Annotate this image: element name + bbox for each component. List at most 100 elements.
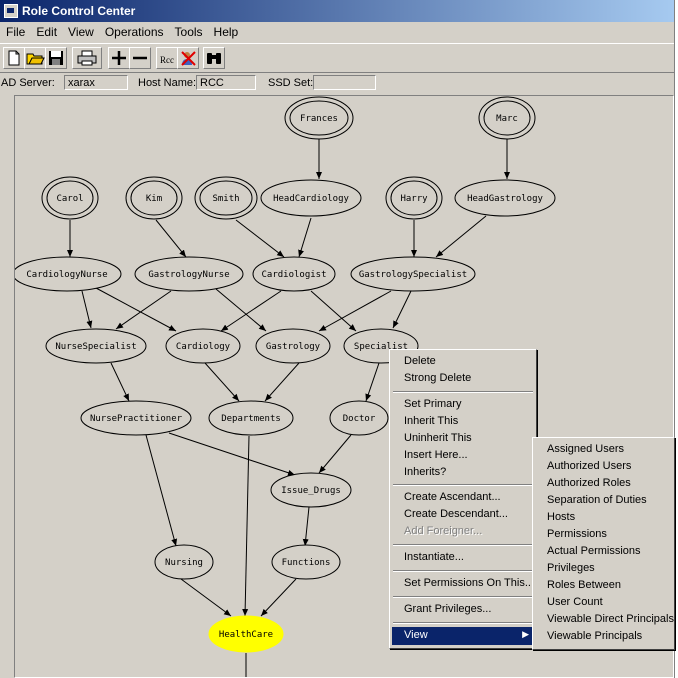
menu-item-set-permissions[interactable]: Set Permissions On This... [404, 575, 534, 591]
submenu-assigned-users[interactable]: Assigned Users [547, 441, 624, 457]
menu-help[interactable]: Help [208, 23, 244, 39]
menu-item-create-ascendant[interactable]: Create Ascendant... [404, 489, 501, 505]
submenu-viewable-principals[interactable]: Viewable Principals [547, 628, 642, 644]
submenu-hosts[interactable]: Hosts [547, 509, 575, 525]
svg-text:Nursing: Nursing [165, 558, 203, 568]
role-cardiologynurse[interactable]: CardiologyNurse [15, 256, 122, 292]
menu-edit[interactable]: Edit [30, 23, 62, 39]
principal-marc[interactable]: Marc [478, 96, 536, 140]
context-menu: Delete Strong Delete Set Primary Inherit… [389, 349, 537, 649]
new-document-icon[interactable] [3, 47, 25, 69]
rcc-icon[interactable]: Rcc [156, 47, 178, 69]
title-bar[interactable]: Role Control Center [0, 0, 674, 22]
minus-icon[interactable] [129, 47, 151, 69]
role-nursing[interactable]: Nursing [154, 544, 214, 580]
role-issue-drugs[interactable]: Issue_Drugs [270, 472, 352, 508]
svg-text:CardiologyNurse: CardiologyNurse [26, 270, 107, 280]
role-headcardiology[interactable]: HeadCardiology [260, 179, 362, 217]
binoculars-icon[interactable] [203, 47, 225, 69]
principal-frances[interactable]: Frances [284, 96, 354, 140]
menu-operations[interactable]: Operations [99, 23, 169, 39]
menu-item-add-foreigner: Add Foreigner... [404, 525, 483, 537]
ad-server-label: AD Server: [1, 77, 55, 89]
role-cardiology[interactable]: Cardiology [165, 328, 241, 364]
menu-tools[interactable]: Tools [169, 23, 208, 39]
menu-file[interactable]: File [0, 23, 30, 39]
submenu-roles-between[interactable]: Roles Between [547, 577, 621, 593]
ad-server-field[interactable]: xarax [64, 75, 128, 90]
role-nursepractitioner[interactable]: NursePractitioner [80, 400, 192, 436]
menu-item-uninherit-this[interactable]: Uninherit This [404, 430, 472, 446]
submenu-permissions[interactable]: Permissions [547, 526, 607, 542]
svg-text:Smith: Smith [212, 194, 239, 204]
submenu-separation-of-duties[interactable]: Separation of Duties [547, 492, 647, 508]
role-gastrologynurse[interactable]: GastrologyNurse [134, 256, 244, 292]
role-doctor[interactable]: Doctor [329, 400, 389, 436]
menu-item-instantiate[interactable]: Instantiate... [404, 549, 464, 565]
svg-text:HeadGastrology: HeadGastrology [467, 194, 543, 204]
role-gastrology[interactable]: Gastrology [255, 328, 331, 364]
menu-separator [393, 484, 533, 486]
role-gastrologyspecialist[interactable]: GastrologySpecialist [350, 256, 476, 292]
connection-bar: AD Server: xarax Host Name: RCC SSD Set: [0, 72, 674, 94]
menu-bar: File Edit View Operations Tools Help [0, 23, 674, 42]
menu-separator [393, 570, 533, 572]
host-name-field[interactable]: RCC [196, 75, 256, 90]
ssd-set-label: SSD Set: [268, 77, 314, 89]
app-icon [4, 4, 18, 18]
menu-item-inherit-this[interactable]: Inherit This [404, 413, 458, 429]
role-healthcare-selected[interactable]: HealthCare [208, 615, 284, 653]
svg-text:Doctor: Doctor [343, 414, 376, 424]
svg-text:Departments: Departments [221, 414, 281, 424]
menu-view[interactable]: View [62, 23, 99, 39]
role-nursespecialist[interactable]: NurseSpecialist [45, 328, 147, 364]
menu-item-strong-delete[interactable]: Strong Delete [404, 370, 471, 386]
delete-user-icon[interactable] [177, 47, 199, 69]
submenu-user-count[interactable]: User Count [547, 594, 603, 610]
menu-separator [393, 622, 533, 624]
print-icon[interactable] [72, 47, 102, 69]
svg-text:Issue_Drugs: Issue_Drugs [281, 486, 341, 496]
svg-text:Carol: Carol [56, 194, 83, 204]
principal-carol[interactable]: Carol [41, 176, 99, 220]
svg-text:Marc: Marc [496, 114, 518, 124]
role-functions[interactable]: Functions [271, 544, 341, 580]
submenu-authorized-roles[interactable]: Authorized Roles [547, 475, 631, 491]
submenu-privileges[interactable]: Privileges [547, 560, 595, 576]
menu-item-delete[interactable]: Delete [404, 353, 436, 369]
open-folder-icon[interactable] [24, 47, 46, 69]
svg-text:HeadCardiology: HeadCardiology [273, 194, 349, 204]
menu-item-create-descendant[interactable]: Create Descendant... [404, 506, 508, 522]
svg-text:HealthCare: HealthCare [219, 630, 273, 640]
principal-smith[interactable]: Smith [194, 176, 258, 220]
svg-text:Cardiologist: Cardiologist [261, 270, 326, 280]
menu-item-grant-privileges[interactable]: Grant Privileges... [404, 601, 491, 617]
save-icon[interactable] [45, 47, 67, 69]
menu-item-inherits[interactable]: Inherits? [404, 464, 446, 480]
left-gutter [0, 95, 14, 678]
submenu-actual-permissions[interactable]: Actual Permissions [547, 543, 641, 559]
principal-harry[interactable]: Harry [385, 176, 443, 220]
menu-item-view-highlight[interactable]: View ▶ [392, 627, 534, 645]
svg-text:NurseSpecialist: NurseSpecialist [55, 342, 136, 352]
toolbar: Rcc [0, 43, 674, 73]
menu-item-set-primary[interactable]: Set Primary [404, 396, 461, 412]
submenu-authorized-users[interactable]: Authorized Users [547, 458, 631, 474]
svg-text:NursePractitioner: NursePractitioner [90, 414, 183, 424]
menu-separator [393, 544, 533, 546]
role-departments[interactable]: Departments [208, 400, 294, 436]
plus-icon[interactable] [108, 47, 130, 69]
menu-separator [393, 391, 533, 393]
svg-text:Gastrology: Gastrology [266, 342, 321, 352]
role-cardiologist[interactable]: Cardiologist [252, 256, 336, 292]
menu-item-view[interactable]: View [404, 629, 428, 641]
role-headgastrology[interactable]: HeadGastrology [454, 179, 556, 217]
menu-item-insert-here[interactable]: Insert Here... [404, 447, 468, 463]
svg-text:Cardiology: Cardiology [176, 342, 231, 352]
svg-text:GastrologySpecialist: GastrologySpecialist [359, 270, 467, 280]
principal-kim[interactable]: Kim [125, 176, 183, 220]
view-submenu: Assigned Users Authorized Users Authoriz… [532, 437, 675, 650]
menu-separator [393, 596, 533, 598]
submenu-viewable-direct-principals[interactable]: Viewable Direct Principals [547, 611, 674, 627]
ssd-set-field[interactable] [313, 75, 376, 90]
